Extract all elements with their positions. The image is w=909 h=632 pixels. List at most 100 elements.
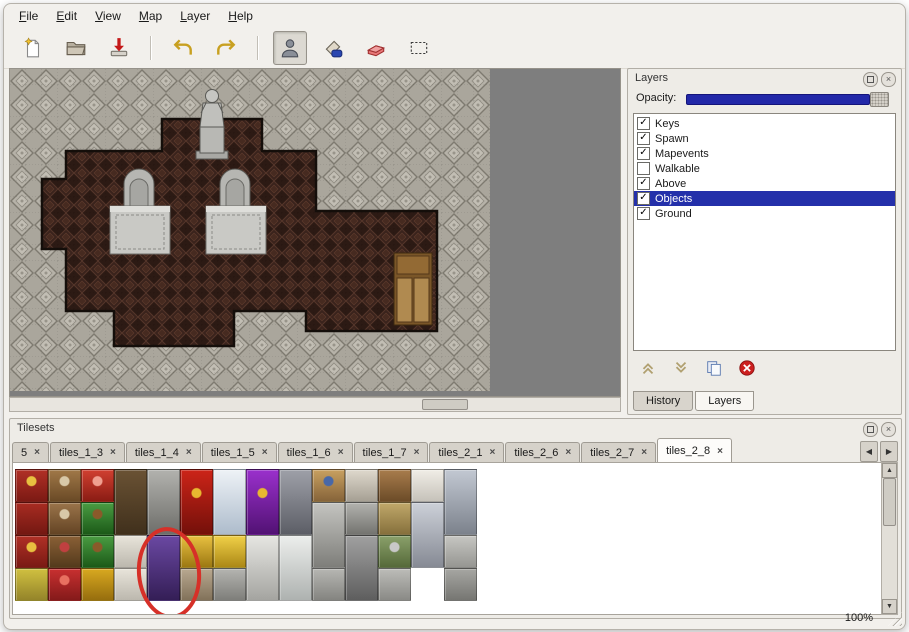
- layer-visibility-checkbox[interactable]: ✓: [637, 192, 650, 205]
- menu-layer[interactable]: Layer: [171, 5, 219, 27]
- tileset-tab-tiles_2_7[interactable]: tiles_2_7×: [581, 442, 656, 462]
- layer-row-walkable[interactable]: Walkable: [634, 161, 895, 176]
- scrollbar-thumb[interactable]: [883, 478, 896, 526]
- tab-scroll-right-button[interactable]: ▶: [880, 441, 898, 462]
- tile-red-banner-2[interactable]: [15, 502, 48, 535]
- menu-file[interactable]: File: [10, 5, 47, 27]
- tab-history[interactable]: History: [633, 391, 693, 411]
- undo-button[interactable]: [166, 31, 200, 65]
- close-tab-icon[interactable]: ×: [565, 447, 571, 458]
- tile-red-throne[interactable]: [180, 469, 213, 535]
- tileset-tab-tiles_1_4[interactable]: tiles_1_4×: [126, 442, 201, 462]
- close-tab-icon[interactable]: ×: [717, 446, 723, 457]
- tileset-tab-tiles_1_6[interactable]: tiles_1_6×: [278, 442, 353, 462]
- scroll-up-icon[interactable]: ▲: [882, 463, 897, 478]
- tile-loom-2[interactable]: [48, 502, 81, 535]
- tile-grave-slab-2[interactable]: [444, 568, 477, 601]
- delete-layer-button[interactable]: [735, 356, 759, 380]
- layer-visibility-checkbox[interactable]: ✓: [637, 147, 650, 160]
- close-tab-icon[interactable]: ×: [262, 447, 268, 458]
- opacity-slider[interactable]: [686, 94, 870, 105]
- scroll-down-icon[interactable]: ▼: [882, 599, 897, 614]
- tile-armor[interactable]: [444, 469, 477, 535]
- eraser-button[interactable]: [359, 31, 393, 65]
- tile-red-seal[interactable]: [81, 469, 114, 502]
- layer-visibility-checkbox[interactable]: ✓: [637, 132, 650, 145]
- layer-row-objects[interactable]: ✓Objects: [634, 191, 895, 206]
- tile-scepter[interactable]: [81, 568, 114, 601]
- tile-white-statue[interactable]: [246, 535, 279, 601]
- tile-gold-banner[interactable]: [15, 568, 48, 601]
- tileset-vertical-scrollbar[interactable]: ▲ ▼: [881, 462, 898, 615]
- close-tab-icon[interactable]: ×: [414, 447, 420, 458]
- move-down-button[interactable]: [669, 356, 693, 380]
- float-panel-icon[interactable]: [863, 72, 878, 87]
- tab-layers[interactable]: Layers: [695, 391, 754, 411]
- close-tab-icon[interactable]: ×: [110, 447, 116, 458]
- close-panel-icon[interactable]: ×: [881, 72, 896, 87]
- tile-stone-slab[interactable]: [444, 535, 477, 568]
- tile-statue-base[interactable]: [213, 568, 246, 601]
- new-file-button[interactable]: [16, 31, 50, 65]
- tileset-tab-tiles_2_8[interactable]: tiles_2_8×: [657, 438, 732, 463]
- tile-stone-door[interactable]: [147, 469, 180, 535]
- tab-scroll-left-button[interactable]: ◀: [860, 441, 878, 462]
- layer-row-ground[interactable]: ✓Ground: [634, 206, 895, 221]
- menu-map[interactable]: Map: [130, 5, 171, 27]
- layer-visibility-checkbox[interactable]: ✓: [637, 117, 650, 130]
- open-folder-button[interactable]: [59, 31, 93, 65]
- save-button[interactable]: [102, 31, 136, 65]
- close-tab-icon[interactable]: ×: [34, 447, 40, 458]
- tile-painting[interactable]: [312, 469, 345, 502]
- tile-gold-crown[interactable]: [213, 535, 246, 568]
- float-panel-icon[interactable]: [863, 422, 878, 437]
- tile-chest[interactable]: [378, 502, 411, 535]
- tile-knight-statue[interactable]: [411, 502, 444, 568]
- tile-grave-slab[interactable]: [378, 568, 411, 601]
- tile-light-crate[interactable]: [411, 469, 444, 502]
- opacity-slider-handle[interactable]: [870, 92, 889, 107]
- tile-white-door[interactable]: [213, 469, 246, 535]
- person-stamp-button[interactable]: [273, 31, 307, 65]
- tileset-tab-tiles_2_1[interactable]: tiles_2_1×: [429, 442, 504, 462]
- layer-row-keys[interactable]: ✓Keys: [634, 116, 895, 131]
- tileset-tab-tiles_1_3[interactable]: tiles_1_3×: [50, 442, 125, 462]
- tile-white-shelf[interactable]: [345, 469, 378, 502]
- layer-visibility-checkbox[interactable]: ✓: [637, 177, 650, 190]
- redo-button[interactable]: [209, 31, 243, 65]
- close-panel-icon[interactable]: ×: [881, 422, 896, 437]
- tile-purple-throne[interactable]: [246, 469, 279, 535]
- tile-emblem-banner[interactable]: [15, 535, 48, 568]
- tile-loom[interactable]: [48, 469, 81, 502]
- scrollbar-thumb[interactable]: [422, 399, 468, 410]
- menu-help[interactable]: Help: [219, 5, 262, 27]
- tile-red-banner[interactable]: [15, 469, 48, 502]
- tile-iron-door[interactable]: [279, 469, 312, 535]
- tileset-tab-tiles_2_6[interactable]: tiles_2_6×: [505, 442, 580, 462]
- fill-tool-button[interactable]: [316, 31, 350, 65]
- tile-wood-shelf[interactable]: [378, 469, 411, 502]
- close-tab-icon[interactable]: ×: [489, 447, 495, 458]
- layer-row-above[interactable]: ✓Above: [634, 176, 895, 191]
- tileset-tab-tiles_1_5[interactable]: tiles_1_5×: [202, 442, 277, 462]
- tile-potted-plant[interactable]: [81, 502, 114, 535]
- close-tab-icon[interactable]: ×: [186, 447, 192, 458]
- tile-pillar[interactable]: [345, 502, 378, 535]
- close-tab-icon[interactable]: ×: [641, 447, 647, 458]
- layer-visibility-checkbox[interactable]: ✓: [637, 207, 650, 220]
- layer-row-spawn[interactable]: ✓Spawn: [634, 131, 895, 146]
- tile-potted-plant-2[interactable]: [81, 535, 114, 568]
- tile-tombstone[interactable]: [312, 568, 345, 601]
- layer-visibility-checkbox[interactable]: [637, 162, 650, 175]
- tile-dark-cabinet[interactable]: [114, 469, 147, 535]
- menu-view[interactable]: View: [86, 5, 130, 27]
- menu-edit[interactable]: Edit: [47, 5, 86, 27]
- rect-select-button[interactable]: [402, 31, 436, 65]
- tileset-tab-5[interactable]: 5×: [12, 442, 49, 462]
- layer-row-mapevents[interactable]: ✓Mapevents: [634, 146, 895, 161]
- tile-angel-statue[interactable]: [279, 535, 312, 601]
- map-horizontal-scrollbar[interactable]: [9, 397, 621, 412]
- close-tab-icon[interactable]: ×: [338, 447, 344, 458]
- tile-red-pot[interactable]: [48, 568, 81, 601]
- tile-obelisk[interactable]: [312, 502, 345, 568]
